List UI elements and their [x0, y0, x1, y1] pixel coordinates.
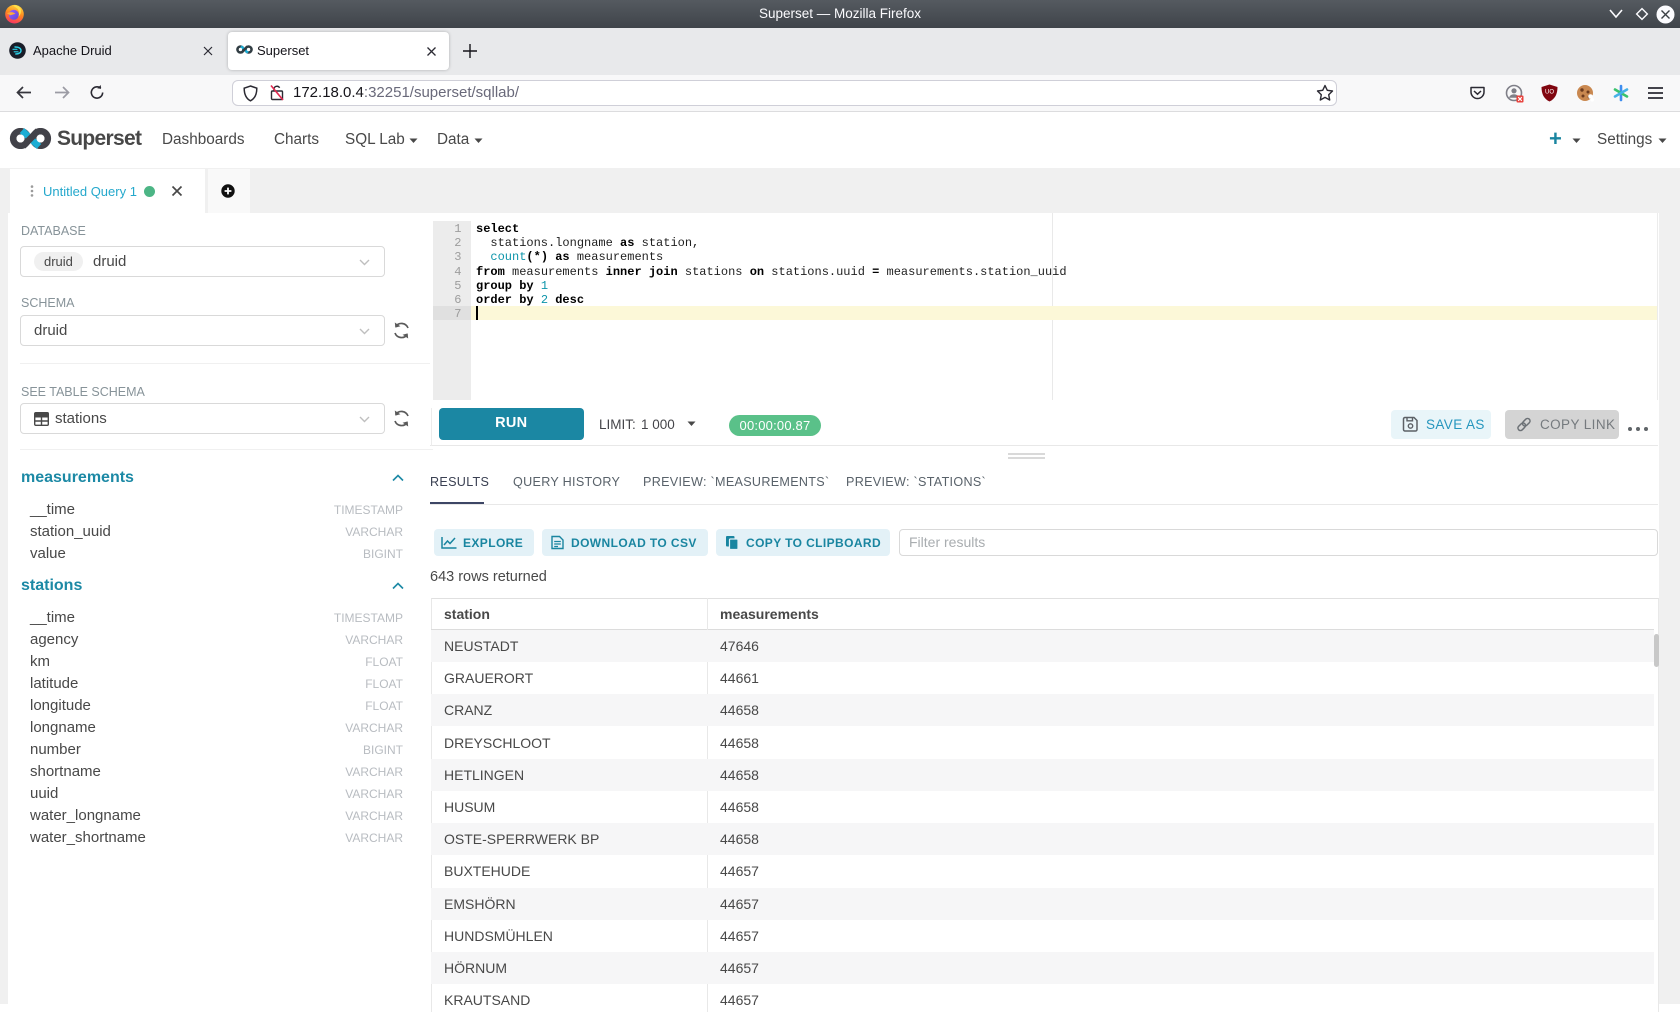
svg-text:UO: UO — [1545, 90, 1554, 96]
